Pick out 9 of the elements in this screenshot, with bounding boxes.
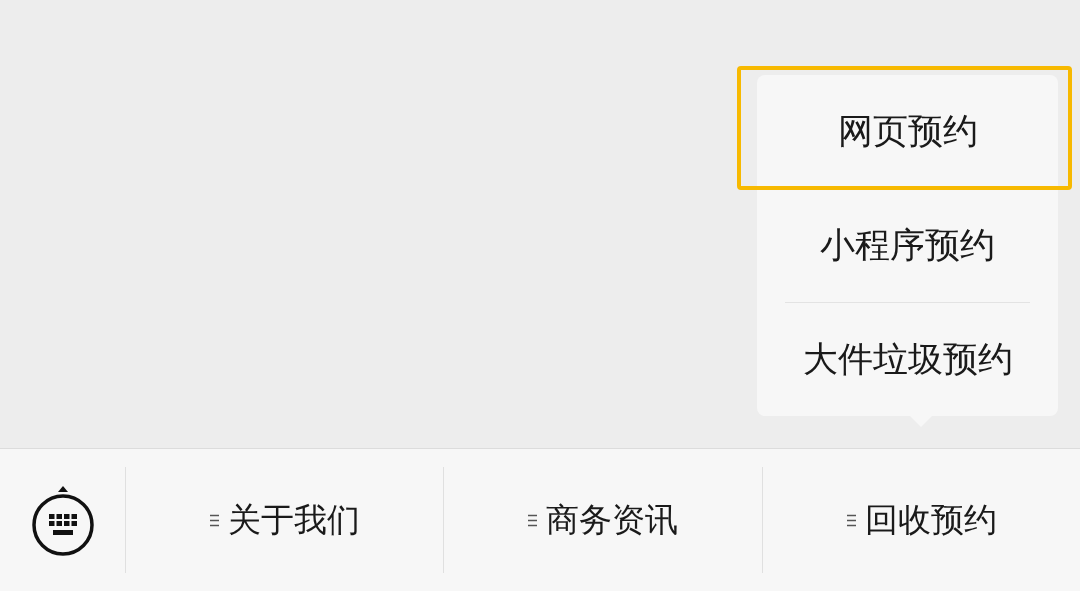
- menu-tab[interactable]: 商务资讯: [444, 467, 762, 573]
- menu-tab[interactable]: 回收预约: [762, 467, 1080, 573]
- menu-lines-icon: [209, 513, 221, 527]
- submenu-item[interactable]: 大件垃圾预约: [757, 303, 1058, 416]
- menu-lines-icon: [845, 513, 857, 527]
- submenu-item[interactable]: 网页预约: [757, 75, 1058, 188]
- submenu-item[interactable]: 小程序预约: [757, 189, 1058, 302]
- menu-lines-icon: [527, 513, 539, 527]
- menu-tab[interactable]: 关于我们: [126, 467, 444, 573]
